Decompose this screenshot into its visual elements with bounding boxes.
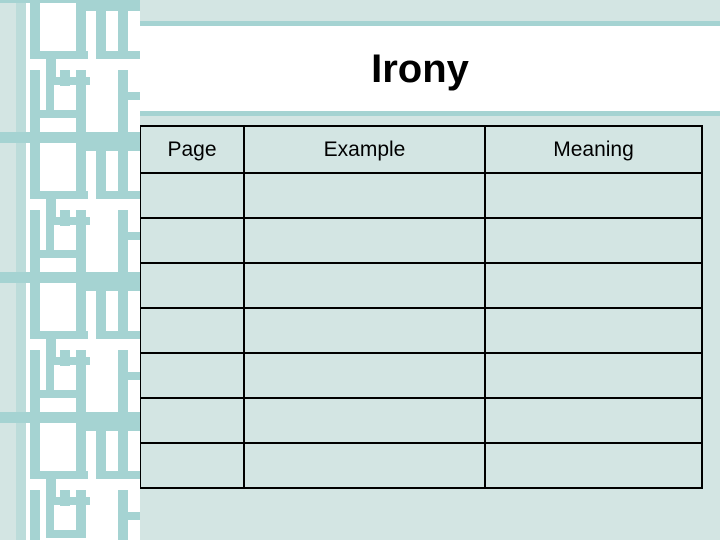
column-header-meaning: Meaning bbox=[484, 125, 703, 174]
presentation-slide: Irony Page Example Meaning bbox=[0, 0, 720, 540]
cell-meaning[interactable] bbox=[484, 397, 703, 444]
cell-meaning[interactable] bbox=[484, 352, 703, 399]
cell-page[interactable] bbox=[139, 172, 245, 219]
table-row bbox=[139, 172, 703, 219]
geometric-border-pattern bbox=[0, 0, 140, 540]
table-header-row: Page Example Meaning bbox=[139, 125, 703, 174]
content-table: Page Example Meaning bbox=[139, 125, 703, 489]
decorative-left-border bbox=[0, 0, 140, 540]
cell-meaning[interactable] bbox=[484, 307, 703, 354]
cell-page[interactable] bbox=[139, 262, 245, 309]
cell-example[interactable] bbox=[243, 262, 486, 309]
table-row bbox=[139, 217, 703, 264]
cell-page[interactable] bbox=[139, 442, 245, 489]
column-header-page: Page bbox=[139, 125, 245, 174]
table-row bbox=[139, 397, 703, 444]
table-row bbox=[139, 352, 703, 399]
cell-example[interactable] bbox=[243, 172, 486, 219]
slide-title: Irony bbox=[371, 47, 469, 91]
table-row bbox=[139, 442, 703, 489]
cell-meaning[interactable] bbox=[484, 442, 703, 489]
table-row bbox=[139, 307, 703, 354]
cell-page[interactable] bbox=[139, 217, 245, 264]
cell-example[interactable] bbox=[243, 352, 486, 399]
cell-page[interactable] bbox=[139, 352, 245, 399]
cell-example[interactable] bbox=[243, 397, 486, 444]
table-row bbox=[139, 262, 703, 309]
cell-example[interactable] bbox=[243, 217, 486, 264]
cell-example[interactable] bbox=[243, 307, 486, 354]
cell-page[interactable] bbox=[139, 397, 245, 444]
column-header-example: Example bbox=[243, 125, 486, 174]
cell-meaning[interactable] bbox=[484, 217, 703, 264]
cell-meaning[interactable] bbox=[484, 262, 703, 309]
cell-page[interactable] bbox=[139, 307, 245, 354]
cell-meaning[interactable] bbox=[484, 172, 703, 219]
cell-example[interactable] bbox=[243, 442, 486, 489]
